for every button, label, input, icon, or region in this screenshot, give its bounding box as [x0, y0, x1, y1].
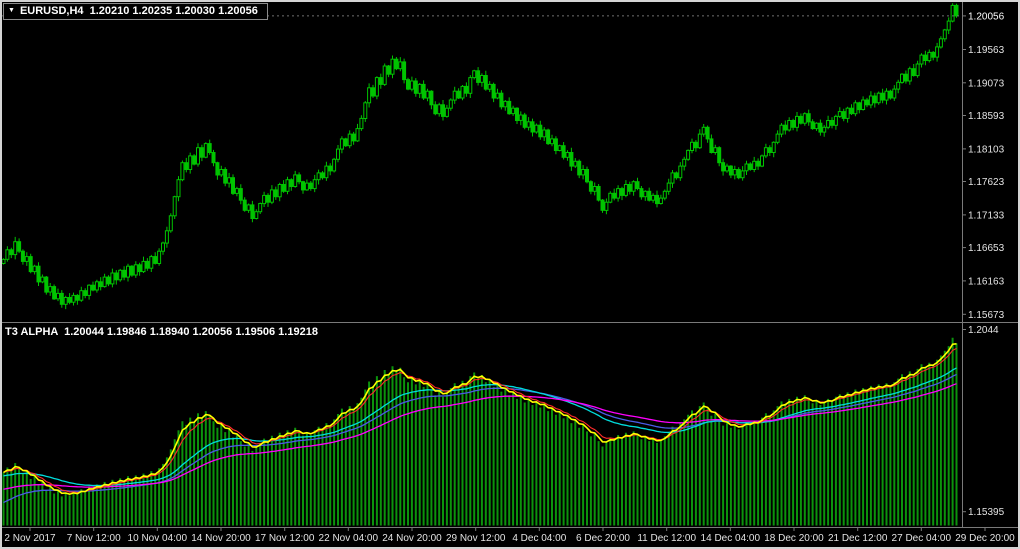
chart-menu-icon[interactable]: ▼	[8, 6, 15, 16]
price-tick-label: 1.15673	[968, 310, 1005, 321]
time-tick-label: 6 Dec 20:00	[576, 533, 630, 544]
time-tick-label: 4 Dec 04:00	[512, 533, 566, 544]
indicator-label: T3 ALPHA 1.20044 1.19846 1.18940 1.20056…	[5, 326, 318, 338]
time-tick-label: 11 Dec 12:00	[637, 533, 696, 544]
time-tick-label: 18 Dec 20:00	[764, 533, 824, 544]
price-tick-label: 1.18593	[968, 111, 1005, 122]
time-tick-label: 10 Nov 04:00	[128, 533, 188, 544]
time-tick-label: 24 Nov 20:00	[382, 533, 442, 544]
chart-title: EURUSD,H4 1.20210 1.20235 1.20030 1.2005…	[19, 5, 258, 17]
time-tick-label: 17 Nov 12:00	[255, 533, 315, 544]
indicator-tick-label: 1.2044	[968, 325, 999, 336]
time-tick-label: 22 Nov 04:00	[319, 533, 379, 544]
time-tick-label: 29 Nov 12:00	[446, 533, 506, 544]
price-tick-label: 1.16653	[968, 243, 1005, 254]
mt4-chart-window: 1.20056 1.19563 1.19073 1.18593 1.18103 1.176…	[0, 0, 1020, 549]
price-tick-label: 1.19073	[968, 78, 1005, 89]
price-tick-label: 1.16163	[968, 276, 1005, 287]
price-tick-label: 1.19563	[968, 45, 1005, 56]
indicator-tick-label: 1.15395	[968, 507, 1005, 518]
price-tick-label: 1.18103	[968, 144, 1005, 155]
time-tick-label: 14 Dec 04:00	[701, 533, 761, 544]
chart-svg[interactable]: 1.20056 1.19563 1.19073 1.18593 1.18103 1.176…	[0, 0, 1020, 549]
price-tick-label: 1.17623	[968, 177, 1005, 188]
time-tick-label: 21 Dec 12:00	[828, 533, 888, 544]
chart-canvas[interactable]: 1.20056 1.19563 1.19073 1.18593 1.18103 1.176…	[0, 0, 1020, 549]
price-tick-label: 1.17133	[968, 210, 1005, 221]
chart-title-box[interactable]: ▼ EURUSD,H4 1.20210 1.20235 1.20030 1.20…	[3, 3, 268, 20]
time-tick-label: 7 Nov 12:00	[67, 533, 121, 544]
time-tick-label: 14 Nov 20:00	[191, 533, 251, 544]
price-tick-label: 1.20056	[968, 11, 1005, 22]
time-tick-label: 2 Nov 2017	[4, 533, 56, 544]
time-tick-label: 29 Dec 20:00	[955, 533, 1015, 544]
time-tick-label: 27 Dec 04:00	[892, 533, 952, 544]
